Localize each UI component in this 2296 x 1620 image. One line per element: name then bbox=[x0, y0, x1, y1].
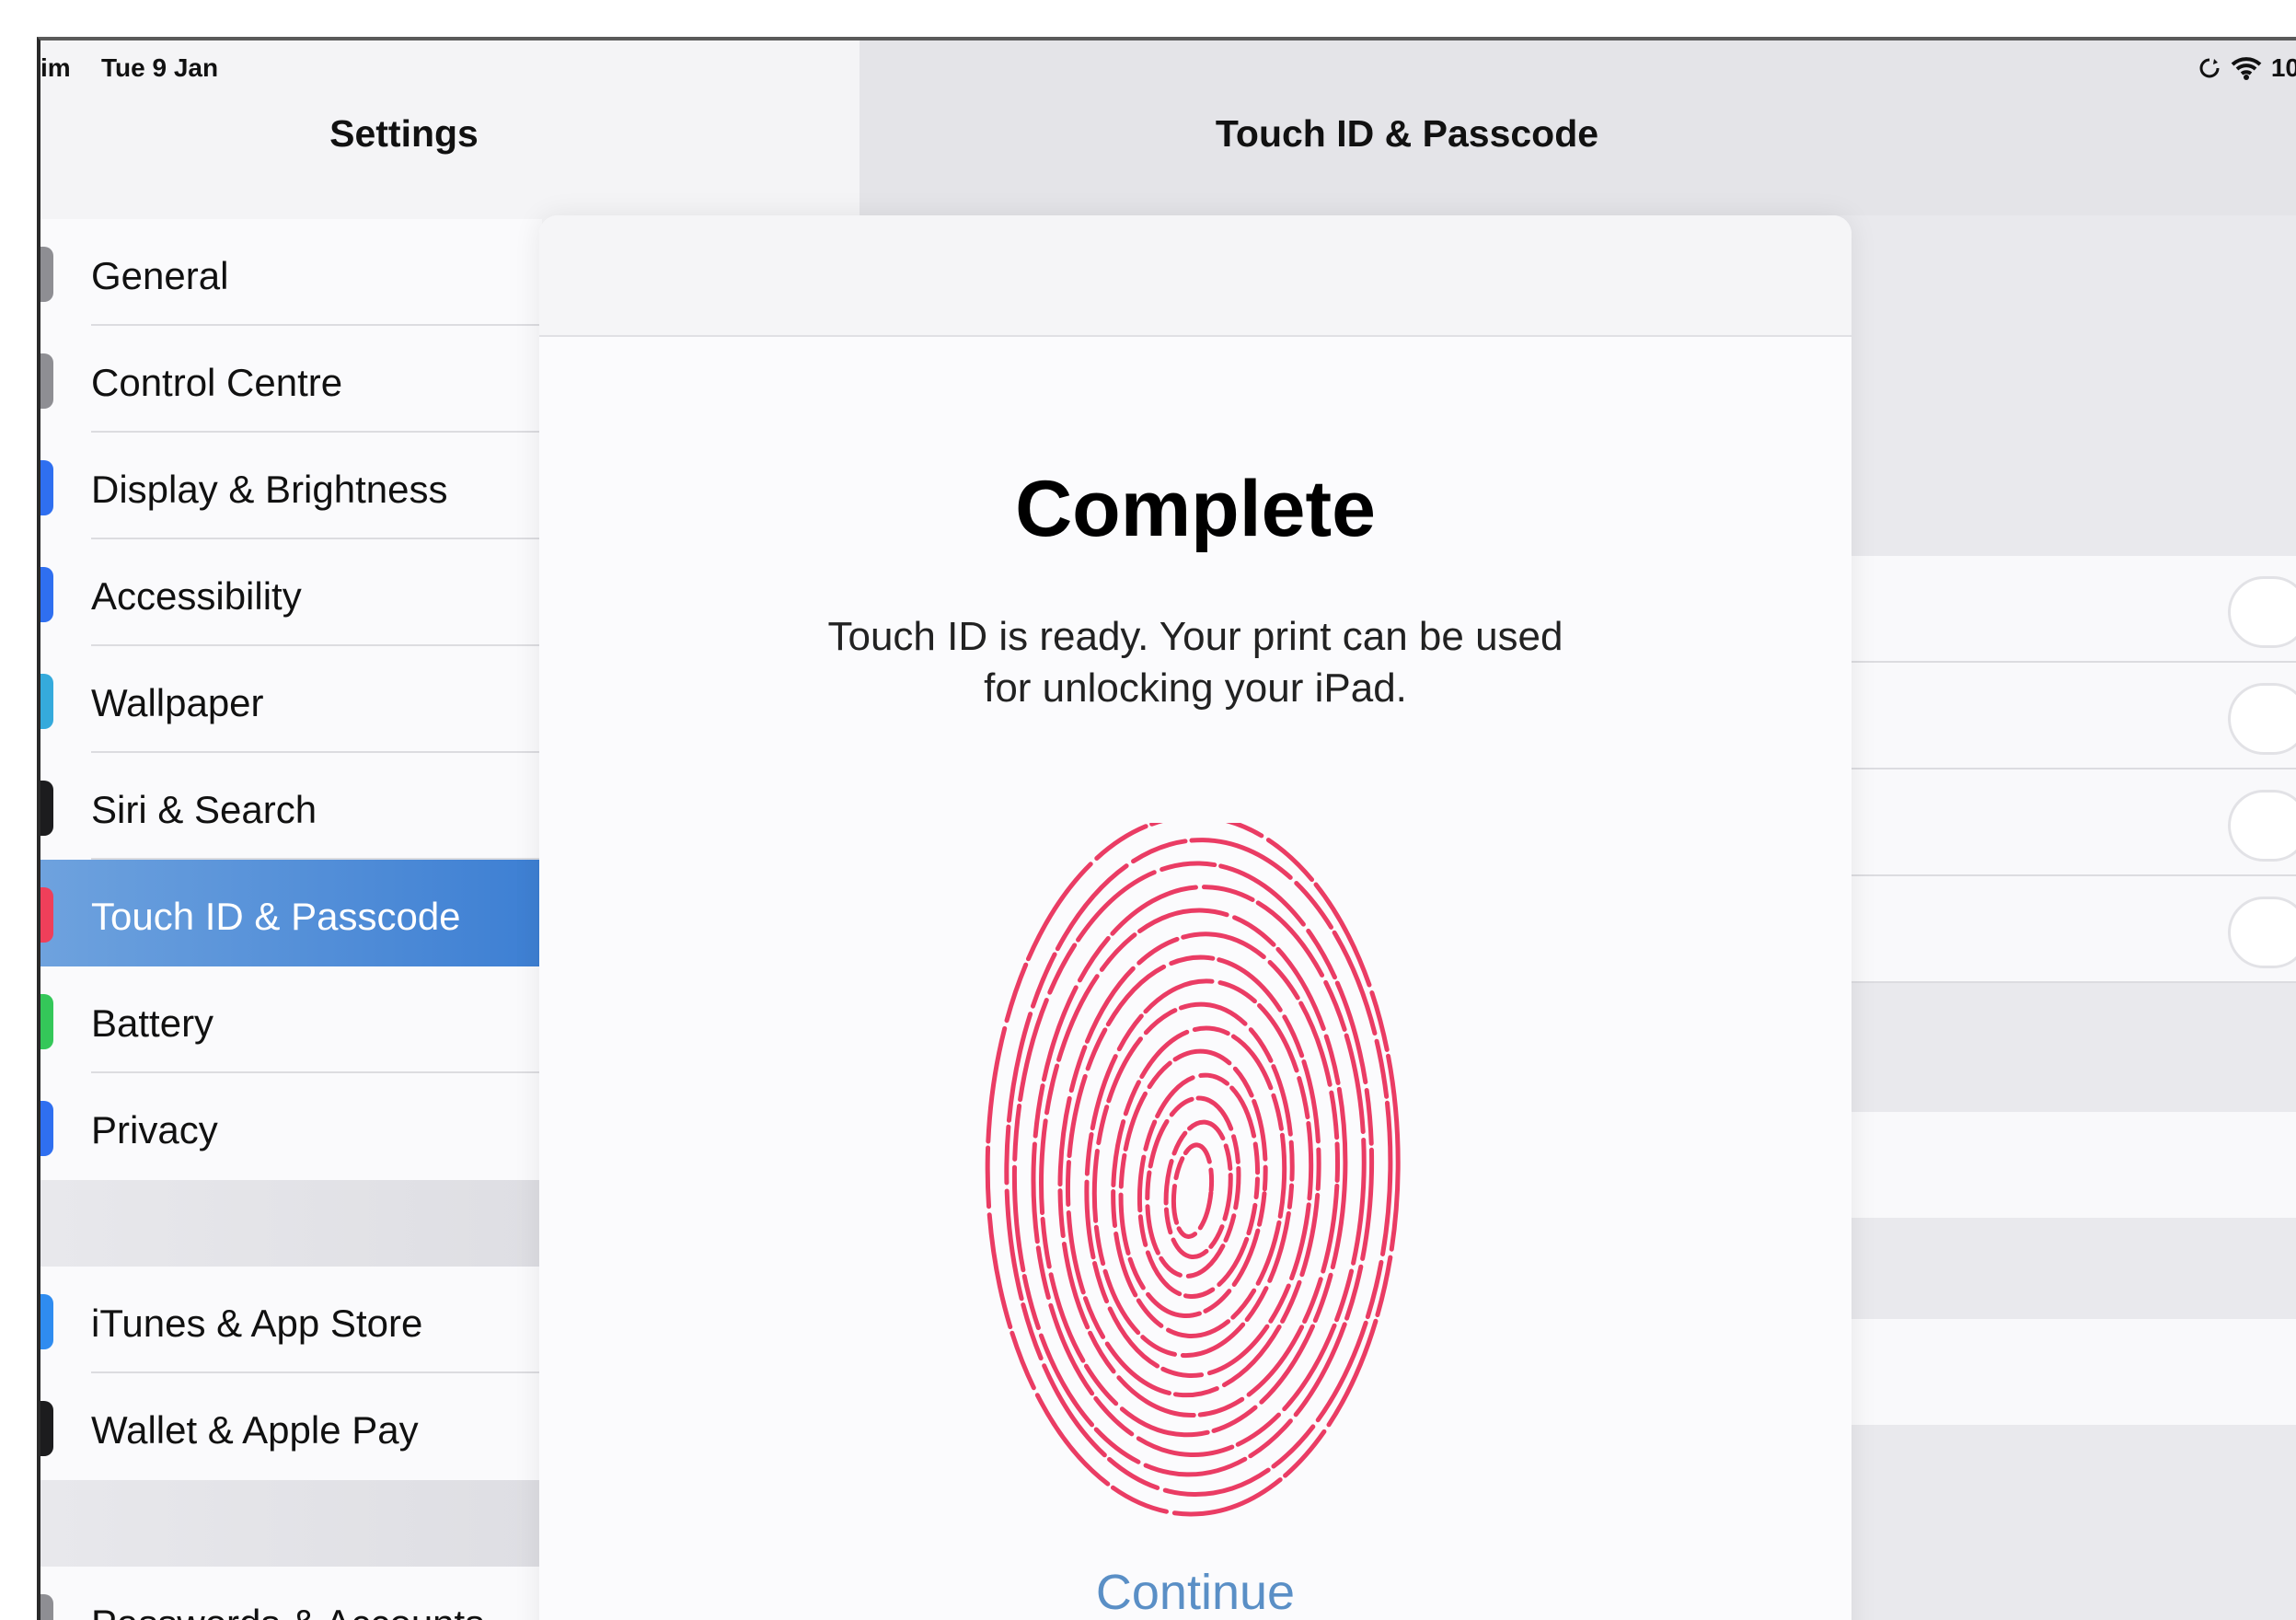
sidebar-item-label: Battery bbox=[91, 1001, 214, 1045]
toggle-switch[interactable] bbox=[2228, 897, 2296, 968]
group-spacer bbox=[40, 1180, 542, 1267]
wallpaper-icon bbox=[40, 674, 53, 729]
detail-row[interactable] bbox=[1844, 1319, 2296, 1425]
sidebar-item-passwords-accounts[interactable]: Passwords & Accounts bbox=[40, 1567, 542, 1620]
accessibility-icon bbox=[40, 567, 53, 622]
gear-icon bbox=[40, 247, 53, 302]
detail-toggle-row bbox=[1844, 770, 2296, 876]
sidebar-item-accessibility[interactable]: Accessibility bbox=[40, 539, 542, 646]
sidebar-item-label: Wallet & Apple Pay bbox=[91, 1408, 419, 1452]
group-spacer bbox=[1844, 983, 2296, 1112]
sidebar-title: Settings bbox=[329, 112, 479, 155]
rotation-lock-icon bbox=[2199, 58, 2220, 78]
siri-icon bbox=[40, 781, 53, 836]
sidebar-item-touch-id-passcode[interactable]: Touch ID & Passcode bbox=[40, 860, 542, 966]
sidebar-item-general[interactable]: General bbox=[40, 219, 542, 326]
status-bar: im Tue 9 Jan 10 bbox=[40, 40, 2296, 96]
app-store-icon bbox=[40, 1294, 53, 1349]
detail-title: Touch ID & Passcode bbox=[1215, 112, 1599, 155]
sidebar-item-wallet-apple-pay[interactable]: Wallet & Apple Pay bbox=[40, 1373, 542, 1480]
control-centre-icon bbox=[40, 353, 53, 409]
detail-toggle-row bbox=[1844, 556, 2296, 663]
sidebar-item-label: iTunes & App Store bbox=[91, 1302, 423, 1345]
sidebar-item-control-centre[interactable]: Control Centre bbox=[40, 326, 542, 433]
sidebar-item-label: General bbox=[91, 254, 229, 297]
sidebar-item-label: Siri & Search bbox=[91, 788, 317, 831]
sidebar-item-label: Accessibility bbox=[91, 574, 302, 618]
brightness-icon bbox=[40, 460, 53, 515]
status-date: Tue 9 Jan bbox=[101, 53, 219, 82]
sidebar-item-label: Display & Brightness bbox=[91, 468, 448, 511]
touch-id-complete-sheet: Complete Touch ID is ready. Your print c… bbox=[539, 215, 1852, 1620]
group-spacer bbox=[40, 1480, 542, 1567]
sidebar-item-siri-search[interactable]: Siri & Search bbox=[40, 753, 542, 860]
sidebar-item-privacy[interactable]: Privacy bbox=[40, 1073, 542, 1180]
toggle-switch[interactable] bbox=[2228, 683, 2296, 755]
battery-percent: 10 bbox=[2270, 53, 2296, 82]
wifi-icon bbox=[2231, 57, 2262, 80]
sidebar-item-label: Privacy bbox=[91, 1108, 218, 1151]
sheet-title: Complete bbox=[1015, 465, 1376, 553]
sheet-description: Touch ID is ready. Your print can be use… bbox=[769, 611, 1621, 714]
fingerprint-ridge bbox=[1171, 1142, 1215, 1239]
sidebar-item-label: Passwords & Accounts bbox=[91, 1602, 484, 1620]
detail-settings-rows bbox=[1844, 556, 2296, 1425]
toggle-switch[interactable] bbox=[2228, 576, 2296, 648]
description-line: Touch ID is ready. Your print can be use… bbox=[827, 614, 1563, 659]
status-icons: 10 bbox=[2198, 53, 2296, 83]
group-spacer bbox=[1844, 1218, 2296, 1319]
detail-row[interactable] bbox=[1844, 1112, 2296, 1218]
battery-icon bbox=[40, 994, 53, 1049]
fingerprint-icon bbox=[985, 823, 1401, 1517]
sidebar-item-label: Touch ID & Passcode bbox=[91, 895, 461, 938]
fingerprint-icon bbox=[40, 887, 53, 943]
description-line: for unlocking your iPad. bbox=[984, 665, 1407, 711]
settings-list: General Control Centre Display & Brightn… bbox=[40, 219, 542, 1620]
sidebar-item-display-brightness[interactable]: Display & Brightness bbox=[40, 433, 542, 539]
status-time: im bbox=[40, 53, 71, 82]
hand-icon bbox=[40, 1101, 53, 1156]
fingerprint-ridge bbox=[1039, 908, 1348, 1438]
ipad-screen: Settings General Control Centre Display … bbox=[37, 37, 2296, 1620]
sidebar-item-label: Wallpaper bbox=[91, 681, 264, 724]
sidebar-item-battery[interactable]: Battery bbox=[40, 966, 542, 1073]
fingerprint-ridge bbox=[1011, 861, 1375, 1477]
sidebar-item-label: Control Centre bbox=[91, 361, 343, 404]
detail-toggle-row bbox=[1844, 876, 2296, 983]
sidebar-item-itunes-app-store[interactable]: iTunes & App Store bbox=[40, 1267, 542, 1373]
sidebar-item-wallpaper[interactable]: Wallpaper bbox=[40, 646, 542, 753]
detail-toggle-row bbox=[1844, 663, 2296, 770]
wallet-icon bbox=[40, 1401, 53, 1456]
continue-button[interactable]: Continue bbox=[539, 1564, 1852, 1620]
sheet-header bbox=[539, 215, 1852, 337]
toggle-switch[interactable] bbox=[2228, 790, 2296, 862]
